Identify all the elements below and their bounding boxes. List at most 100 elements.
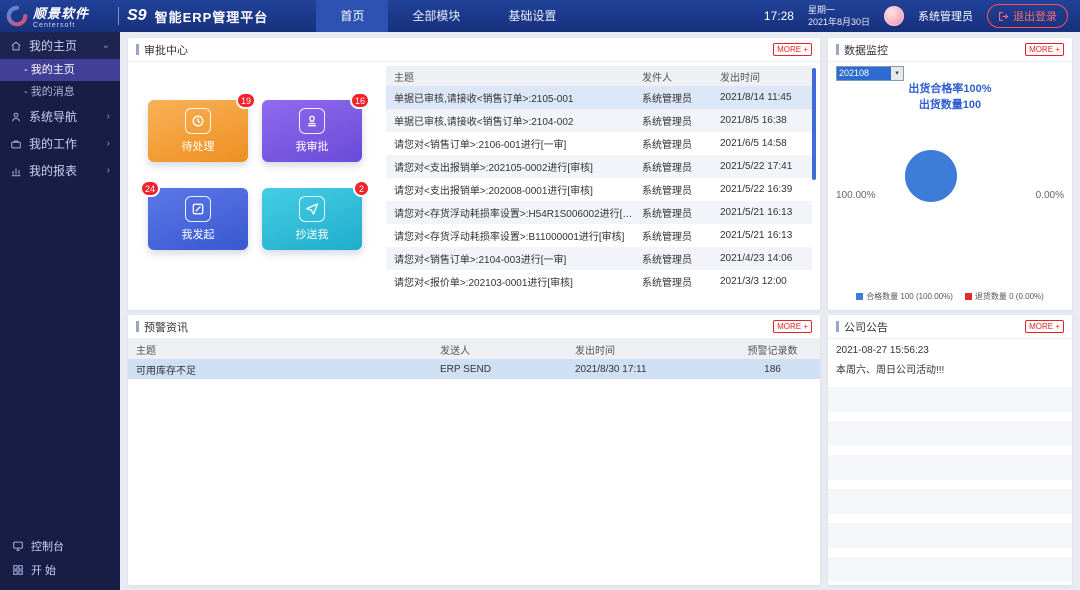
row-time: 2021/5/22 17:41 (720, 161, 812, 172)
tab-home[interactable]: 首页 (316, 0, 388, 32)
period-value: 202108 (837, 67, 891, 80)
alert-row[interactable]: 可用库存不足 ERP SEND 2021/8/30 17:11 186 (128, 359, 820, 379)
row-time: 2021/3/3 12:00 (720, 276, 812, 287)
main-content: 审批中心 MORE + 19 待处理 16 (120, 32, 1080, 590)
table-row[interactable]: 单据已审核,请接收<销售订单>:2104-002 系统管理员 2021/8/5 … (386, 109, 812, 132)
table-row[interactable]: 请您对<报价单>:202103-0001进行[审核] 系统管理员 2021/3/… (386, 270, 812, 293)
row-time: 2021/4/23 14:06 (720, 253, 812, 264)
row-subject: 单据已审核,请接收<销售订单>:2104-002 (386, 113, 642, 128)
announcement-content[interactable]: 本周六、周日公司活动!!! (836, 361, 944, 376)
row-sender: 系统管理员 (642, 113, 720, 128)
shipment-qty-stat: 出货数量100 (828, 98, 1072, 114)
table-row[interactable]: 请您对<存货浮动耗损率设置>:B11000001进行[审核] 系统管理员 202… (386, 224, 812, 247)
cc-badge: 2 (353, 180, 370, 197)
current-user: 系统管理员 (918, 8, 973, 24)
alerts-more-button[interactable]: MORE + (773, 320, 812, 333)
donut-chart (905, 150, 957, 202)
announcement-placeholder-row (828, 523, 1072, 548)
row-sender: 系统管理员 (642, 136, 720, 151)
tile-label: 待处理 (182, 138, 215, 154)
approval-more-button[interactable]: MORE + (773, 43, 812, 56)
home-icon (10, 40, 22, 52)
table-row[interactable]: 请您对<支出报销单>:202008-0001进行[审核] 系统管理员 2021/… (386, 178, 812, 201)
sidebar-group-my-home[interactable]: 我的主页 ⌄ (0, 32, 120, 59)
announcements-panel-header: 公司公告 MORE + (828, 315, 1072, 339)
logout-button[interactable]: 退出登录 (987, 4, 1068, 28)
tile-initiated-by-me[interactable]: 24 我发起 (148, 188, 248, 250)
tile-label: 抄送我 (296, 226, 329, 242)
alert-subject: 可用库存不足 (128, 362, 440, 377)
row-subject: 请您对<支出报销单>:202008-0001进行[审核] (386, 182, 642, 197)
donut-right-label: 0.00% (1036, 190, 1064, 201)
row-time: 2021/6/5 14:58 (720, 138, 812, 149)
legend-item-return: 退货数量 0 (0.00%) (965, 291, 1044, 302)
approval-tiles: 19 待处理 16 我审批 24 (148, 100, 362, 250)
grid-icon (12, 564, 24, 576)
top-header: 顺景软件 Centersoft S9 智能ERP管理平台 首页 全部模块 基础设… (0, 0, 1080, 32)
row-subject: 请您对<报价单>:202103-0001进行[审核] (386, 274, 642, 289)
approval-table: 主题 发件人 发出时间 单据已审核,请接收<销售订单>:2105-001 系统管… (386, 66, 812, 293)
row-sender: 系统管理员 (642, 251, 720, 266)
monitor-more-button[interactable]: MORE + (1025, 43, 1064, 56)
tile-my-approvals[interactable]: 16 我审批 (262, 100, 362, 162)
console-label: 控制台 (31, 538, 64, 554)
announcement-placeholder-row (828, 489, 1072, 514)
initiated-badge: 24 (140, 180, 160, 197)
avatar[interactable] (884, 6, 904, 26)
start-button[interactable]: 开 始 (0, 558, 120, 582)
tile-pending[interactable]: 19 待处理 (148, 100, 248, 162)
pending-badge: 19 (236, 92, 256, 109)
weekday: 星期一 (808, 4, 870, 16)
product-code: S9 (127, 7, 147, 25)
date: 2021年8月30日 (808, 16, 870, 28)
table-scrollbar[interactable] (812, 68, 816, 180)
monitor-panel-header: 数据监控 MORE + (828, 38, 1072, 62)
col-time: 发出时间 (575, 342, 725, 357)
row-time: 2021/5/22 16:39 (720, 184, 812, 195)
alert-sender: ERP SEND (440, 364, 575, 375)
table-row[interactable]: 请您对<存货浮动耗损率设置>:H54R1S006002进行[审核] 系统管理员 … (386, 201, 812, 224)
sidebar-item-my-work[interactable]: 我的工作 › (0, 130, 120, 157)
table-row[interactable]: 单据已审核,请接收<销售订单>:2105-001 系统管理员 2021/8/14… (386, 86, 812, 109)
announcement-placeholder-row (828, 557, 1072, 582)
table-row[interactable]: 请您对<销售订单>:2106-001进行[一审] 系统管理员 2021/6/5 … (386, 132, 812, 155)
header-divider (118, 7, 119, 25)
announcements-panel: 公司公告 MORE + 2021-08-27 15:56:23 本周六、周日公司… (828, 315, 1072, 585)
table-row[interactable]: 请您对<支出报销单>:202105-0002进行[审核] 系统管理员 2021/… (386, 155, 812, 178)
sidebar: 我的主页 ⌄ - 我的主页 - 我的消息 系统导航 › 我的工作 › 我的报表 … (0, 32, 120, 590)
data-monitor-panel: 数据监控 MORE + 202108 ▾ 出货合格率100% 出货数量100 1… (828, 38, 1072, 310)
announcements-more-button[interactable]: MORE + (1025, 320, 1064, 333)
period-select[interactable]: 202108 ▾ (836, 66, 904, 81)
sidebar-group-label: 我的主页 (29, 37, 77, 54)
col-time: 发出时间 (720, 69, 812, 84)
tab-basic-settings[interactable]: 基础设置 (484, 0, 580, 32)
brand-logo[interactable]: 顺景软件 Centersoft (0, 3, 118, 29)
approval-panel-title: 审批中心 (136, 42, 188, 58)
sidebar-item-label: 系统导航 (29, 108, 77, 125)
row-sender: 系统管理员 (642, 90, 720, 105)
sidebar-item-label: 我的工作 (29, 135, 77, 152)
sidebar-item-my-reports[interactable]: 我的报表 › (0, 157, 120, 184)
tile-label: 我发起 (182, 226, 215, 242)
row-sender: 系统管理员 (642, 182, 720, 197)
approval-table-header: 主题 发件人 发出时间 (386, 66, 812, 86)
approval-panel-header: 审批中心 MORE + (128, 38, 820, 62)
announcement-timestamp: 2021-08-27 15:56:23 (836, 345, 929, 356)
table-row[interactable]: 请您对<销售订单>:2104-003进行[一审] 系统管理员 2021/4/23… (386, 247, 812, 270)
tile-cc-to-me[interactable]: 2 抄送我 (262, 188, 362, 250)
tab-all-modules[interactable]: 全部模块 (388, 0, 484, 32)
row-sender: 系统管理员 (642, 159, 720, 174)
chart-legend: 合格数量 100 (100.00%) 退货数量 0 (0.00%) (828, 291, 1072, 302)
sidebar-item-system-nav[interactable]: 系统导航 › (0, 103, 120, 130)
announcements-panel-title: 公司公告 (836, 319, 888, 335)
sidebar-item-my-messages[interactable]: - 我的消息 (0, 81, 120, 103)
alert-time: 2021/8/30 17:11 (575, 364, 725, 375)
chevron-right-icon: › (107, 165, 110, 176)
console-button[interactable]: 控制台 (0, 534, 120, 558)
row-time: 2021/8/5 16:38 (720, 115, 812, 126)
brand-swirl-icon (6, 5, 28, 27)
alerts-panel: 预警资讯 MORE + 主题 发送人 发出时间 预警记录数 可用库存不足 ERP… (128, 315, 820, 585)
row-subject: 请您对<销售订单>:2104-003进行[一审] (386, 251, 642, 266)
sidebar-item-my-home[interactable]: - 我的主页 (0, 59, 120, 81)
row-subject: 请您对<存货浮动耗损率设置>:H54R1S006002进行[审核] (386, 205, 642, 220)
